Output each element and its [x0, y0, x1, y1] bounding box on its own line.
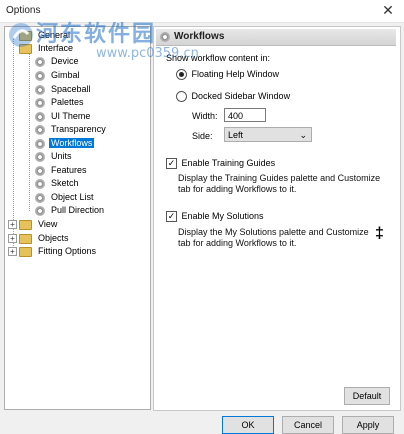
side-label: Side: [192, 131, 213, 141]
tree-item-fitting-options[interactable]: + Fitting Options [8, 245, 98, 258]
folder-icon [19, 219, 32, 230]
expand-icon[interactable]: + [8, 234, 17, 244]
gear-icon [35, 138, 45, 149]
training-description: Display the Training Guides palette and … [178, 173, 381, 194]
tree-item-view[interactable]: + View [8, 218, 59, 231]
enable-my-solutions[interactable]: ✓ Enable My Solutions [166, 211, 264, 223]
side-select[interactable]: Left ⌄ [224, 127, 312, 142]
radio-docked-sidebar[interactable]: Docked Sidebar Window [176, 91, 290, 103]
solutions-description: Display the My Solutions palette and Cus… [178, 227, 369, 248]
tree-item-gimbal[interactable]: Gimbal [35, 69, 82, 82]
radio-floating-help[interactable]: Floating Help Window [176, 69, 279, 81]
gear-icon [35, 70, 45, 81]
gear-icon [35, 56, 45, 67]
tree-item-object-list[interactable]: Object List [35, 191, 96, 204]
text-cursor-icon: ‡ [375, 225, 384, 242]
gear-icon [35, 151, 45, 162]
close-icon[interactable]: ✕ [380, 2, 396, 19]
folder-icon [19, 233, 32, 244]
enable-training-guides[interactable]: ✓ Enable Training Guides [166, 158, 275, 170]
window-title: Options [6, 5, 41, 16]
radio-indicator[interactable] [176, 91, 187, 103]
tree-item-sketch[interactable]: Sketch [35, 177, 81, 190]
gear-icon [160, 32, 170, 42]
folder-icon [19, 246, 32, 257]
tree-item-device[interactable]: Device [35, 55, 81, 68]
options-tree[interactable]: General Interface Device Gimbal Spacebal… [4, 26, 151, 410]
folder-icon [19, 43, 32, 54]
gear-icon [35, 111, 45, 122]
gear-icon [35, 178, 45, 189]
tree-item-interface[interactable]: Interface [19, 42, 75, 55]
tree-item-features[interactable]: Features [35, 164, 89, 177]
tree-item-objects[interactable]: + Objects [8, 232, 71, 245]
title-bar: Options ✕ [0, 0, 404, 23]
gear-icon [35, 205, 45, 216]
gear-icon [35, 97, 45, 108]
panel-header: Workflows [156, 29, 396, 46]
tree-item-palettes[interactable]: Palettes [35, 96, 86, 109]
cancel-button[interactable]: Cancel [282, 416, 334, 434]
checkbox-checked[interactable]: ✓ [166, 158, 177, 170]
checkbox-checked[interactable]: ✓ [166, 211, 177, 223]
gear-icon [35, 165, 45, 176]
tree-item-transparency[interactable]: Transparency [35, 123, 108, 136]
expand-icon[interactable]: + [8, 220, 17, 230]
tree-item-general[interactable]: General [19, 29, 72, 42]
apply-button[interactable]: Apply [342, 416, 394, 434]
default-button[interactable]: Default [344, 387, 390, 405]
gear-icon [35, 192, 45, 203]
tree-item-workflows[interactable]: Workflows [35, 137, 95, 150]
folder-icon [19, 30, 32, 41]
tree-item-ui-theme[interactable]: UI Theme [35, 110, 92, 123]
panel-title: Workflows [174, 31, 225, 42]
width-label: Width: [192, 111, 218, 121]
expand-icon[interactable]: + [8, 247, 17, 257]
gear-icon [35, 84, 45, 95]
tree-connector [29, 51, 30, 211]
tree-item-pull-direction[interactable]: Pull Direction [35, 204, 106, 217]
tree-item-spaceball[interactable]: Spaceball [35, 83, 93, 96]
chevron-down-icon: ⌄ [299, 130, 307, 140]
show-content-label: Show workflow content in: [166, 53, 271, 63]
width-field[interactable]: 400 [224, 108, 266, 122]
tree-item-units[interactable]: Units [35, 150, 74, 163]
workflows-panel: Workflows Show workflow content in: Floa… [153, 26, 401, 411]
gear-icon [35, 124, 45, 135]
radio-indicator[interactable] [176, 69, 187, 81]
ok-button[interactable]: OK [222, 416, 274, 434]
